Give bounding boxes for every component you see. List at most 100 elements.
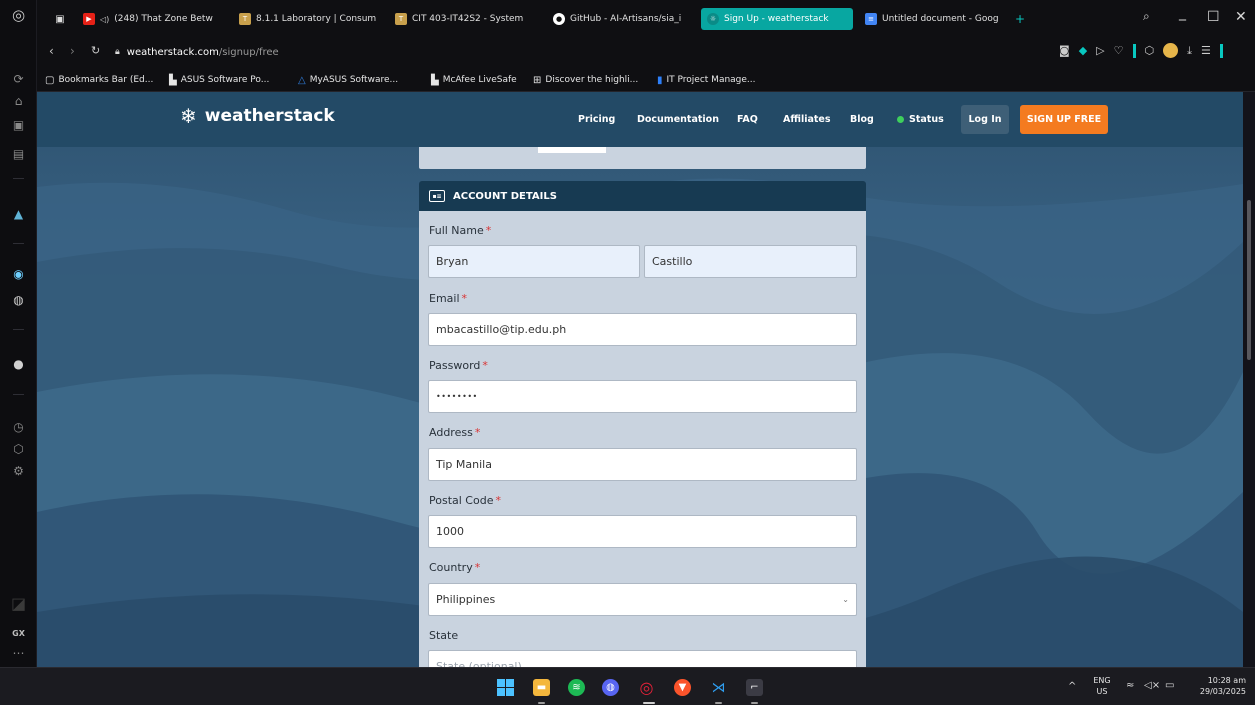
- tab-laboratory[interactable]: T 8.1.1 Laboratory | Consum: [233, 8, 383, 30]
- easy-setup-icon[interactable]: ☰: [1201, 44, 1211, 57]
- email-label: Email *: [429, 292, 468, 305]
- brave-icon[interactable]: ▼: [674, 679, 691, 696]
- country-select[interactable]: Philippines ⌄: [428, 583, 857, 616]
- discord-icon[interactable]: ◍: [0, 291, 37, 309]
- wifi-icon[interactable]: ≈: [1126, 680, 1134, 691]
- last-name-input[interactable]: Castillo: [644, 245, 857, 278]
- reload-icon[interactable]: ↻: [91, 44, 100, 57]
- new-tab-button[interactable]: +: [1011, 8, 1029, 30]
- url-field[interactable]: 🔒︎ weatherstack.com/signup/free: [115, 42, 555, 62]
- folder-icon: ▢: [45, 74, 55, 86]
- tab-cit403[interactable]: T CIT 403-IT42S2 - System: [389, 8, 541, 30]
- docs-icon: ≡: [865, 13, 877, 25]
- chevron-down-icon: ⌄: [842, 595, 849, 604]
- login-button[interactable]: Log In: [961, 105, 1009, 134]
- snowflake-icon: ❄: [180, 104, 197, 128]
- search-tabs-icon[interactable]: ⌕: [1143, 9, 1150, 24]
- windows-start-icon[interactable]: [497, 679, 514, 696]
- running-indicator: [538, 702, 545, 704]
- sidebar-divider: [13, 243, 24, 244]
- mailbox-icon[interactable]: ▤: [0, 145, 37, 163]
- previous-section-card: [419, 147, 866, 169]
- tab-google-docs[interactable]: ≡ Untitled document - Goog: [859, 8, 1007, 30]
- running-indicator: [715, 702, 722, 704]
- password-input[interactable]: ••••••••: [428, 380, 857, 413]
- bookmark-item[interactable]: ▢ Bookmarks Bar (Ed...: [45, 72, 153, 88]
- camera-icon[interactable]: ◙: [1059, 44, 1070, 57]
- url-host: weatherstack.com: [126, 46, 219, 58]
- tab-github[interactable]: ● GitHub - AI-Artisans/sia_i: [547, 8, 697, 30]
- audio-icon: ◁): [100, 14, 110, 24]
- gx-corner-icon[interactable]: GX: [0, 624, 37, 642]
- account-details-body: Full Name * Bryan Castillo Email * mbacast…: [419, 211, 866, 667]
- avatar[interactable]: [1163, 43, 1179, 58]
- bookmarks-bar: ▢ Bookmarks Bar (Ed... ▙ ASUS Software P…: [37, 67, 1255, 92]
- status-dot-icon: [897, 116, 904, 123]
- forward-icon[interactable]: ›: [70, 44, 75, 58]
- tab-weatherstack[interactable]: ☼ Sign Up - weatherstack: [701, 8, 853, 30]
- section-title: ACCOUNT DETAILS: [453, 190, 557, 202]
- bookmark-item[interactable]: ▙ ASUS Software Po...: [169, 72, 269, 88]
- status-label: Status: [909, 114, 944, 125]
- messenger-icon[interactable]: ◉: [0, 265, 37, 283]
- tab-workspace-icon[interactable]: ▣: [48, 8, 72, 30]
- signup-free-button[interactable]: SIGN UP FREE: [1020, 105, 1108, 134]
- tip-icon: T: [239, 13, 251, 25]
- language-indicator[interactable]: ENG US: [1090, 675, 1114, 697]
- weatherstack-logo[interactable]: ❄ weatherstack: [180, 106, 335, 126]
- send-icon[interactable]: ▷: [1096, 44, 1104, 57]
- terminal-icon[interactable]: ⌐: [746, 679, 763, 696]
- page-scrollbar[interactable]: [1243, 92, 1255, 667]
- postal-code-input[interactable]: 1000: [428, 515, 857, 548]
- aria-icon[interactable]: ▲: [0, 205, 37, 223]
- email-input[interactable]: mbacastillo@tip.edu.ph: [428, 313, 857, 346]
- twitch-icon[interactable]: ▣: [0, 116, 37, 134]
- spotify-icon[interactable]: ●: [0, 355, 37, 373]
- shield-icon[interactable]: ◆: [1079, 44, 1087, 57]
- full-name-label: Full Name *: [429, 224, 492, 237]
- tab-label: (248) That Zone Betw: [114, 14, 213, 24]
- minimize-button[interactable]: _: [1179, 5, 1186, 21]
- country-value: Philippines: [436, 593, 496, 606]
- file-explorer-icon[interactable]: ▬: [533, 679, 550, 696]
- vscode-icon[interactable]: ⋊: [710, 679, 727, 696]
- settings-icon[interactable]: ⚙: [0, 462, 37, 480]
- lock-icon: 🔒︎: [115, 47, 120, 57]
- bookmark-item[interactable]: ⊞ Discover the highli...: [533, 72, 638, 88]
- maximize-button[interactable]: ☐: [1207, 9, 1220, 25]
- tab-youtube[interactable]: ▶ ◁) (248) That Zone Betw: [77, 8, 227, 30]
- battery-icon[interactable]: ▭: [1165, 680, 1174, 691]
- spotify-icon[interactable]: ≋: [568, 679, 585, 696]
- opera-logo-icon[interactable]: ◎: [0, 6, 37, 24]
- tip-icon: T: [395, 13, 407, 25]
- history-icon[interactable]: ◷: [0, 418, 37, 436]
- page-viewport: ❄ weatherstack Pricing Documentation FAQ…: [37, 92, 1243, 667]
- bookmark-item[interactable]: △ MyASUS Software...: [298, 72, 398, 88]
- back-icon[interactable]: ‹: [49, 44, 54, 58]
- more-icon[interactable]: ⋯: [0, 644, 37, 662]
- tab-label: Sign Up - weatherstack: [724, 14, 829, 24]
- nav-status[interactable]: Status: [897, 114, 944, 125]
- gx-control-icon[interactable]: ◪: [0, 594, 37, 613]
- first-name-input[interactable]: Bryan: [428, 245, 640, 278]
- download-icon[interactable]: ⤓: [1187, 44, 1192, 58]
- clock[interactable]: 10:28 am 29/03/2025: [1190, 675, 1246, 697]
- refresh-icon[interactable]: ⟳: [0, 70, 37, 88]
- extensions-cube-icon[interactable]: ⬡: [0, 440, 37, 458]
- bookmark-item[interactable]: ▙ McAfee LiveSafe: [431, 72, 517, 88]
- close-window-button[interactable]: ✕: [1235, 9, 1247, 25]
- scrollbar-thumb[interactable]: [1247, 200, 1251, 360]
- bookmark-item[interactable]: ▮ IT Project Manage...: [657, 72, 756, 88]
- opera-gx-icon[interactable]: ◎: [638, 678, 655, 697]
- discord-icon[interactable]: ◍: [602, 679, 619, 696]
- shop-icon[interactable]: ⌂: [0, 92, 37, 110]
- cube-icon[interactable]: ⬡: [1145, 44, 1155, 57]
- volume-icon[interactable]: ◁×: [1144, 680, 1160, 691]
- heart-icon[interactable]: ♡: [1114, 44, 1124, 57]
- state-input[interactable]: State (optional): [428, 650, 857, 667]
- chevron-up-icon[interactable]: ^: [1068, 681, 1076, 692]
- address-input[interactable]: Tip Manila: [428, 448, 857, 481]
- trello-icon: ▮: [657, 74, 663, 86]
- plan-toggle-indicator: [538, 147, 606, 153]
- asus-icon: △: [298, 74, 306, 86]
